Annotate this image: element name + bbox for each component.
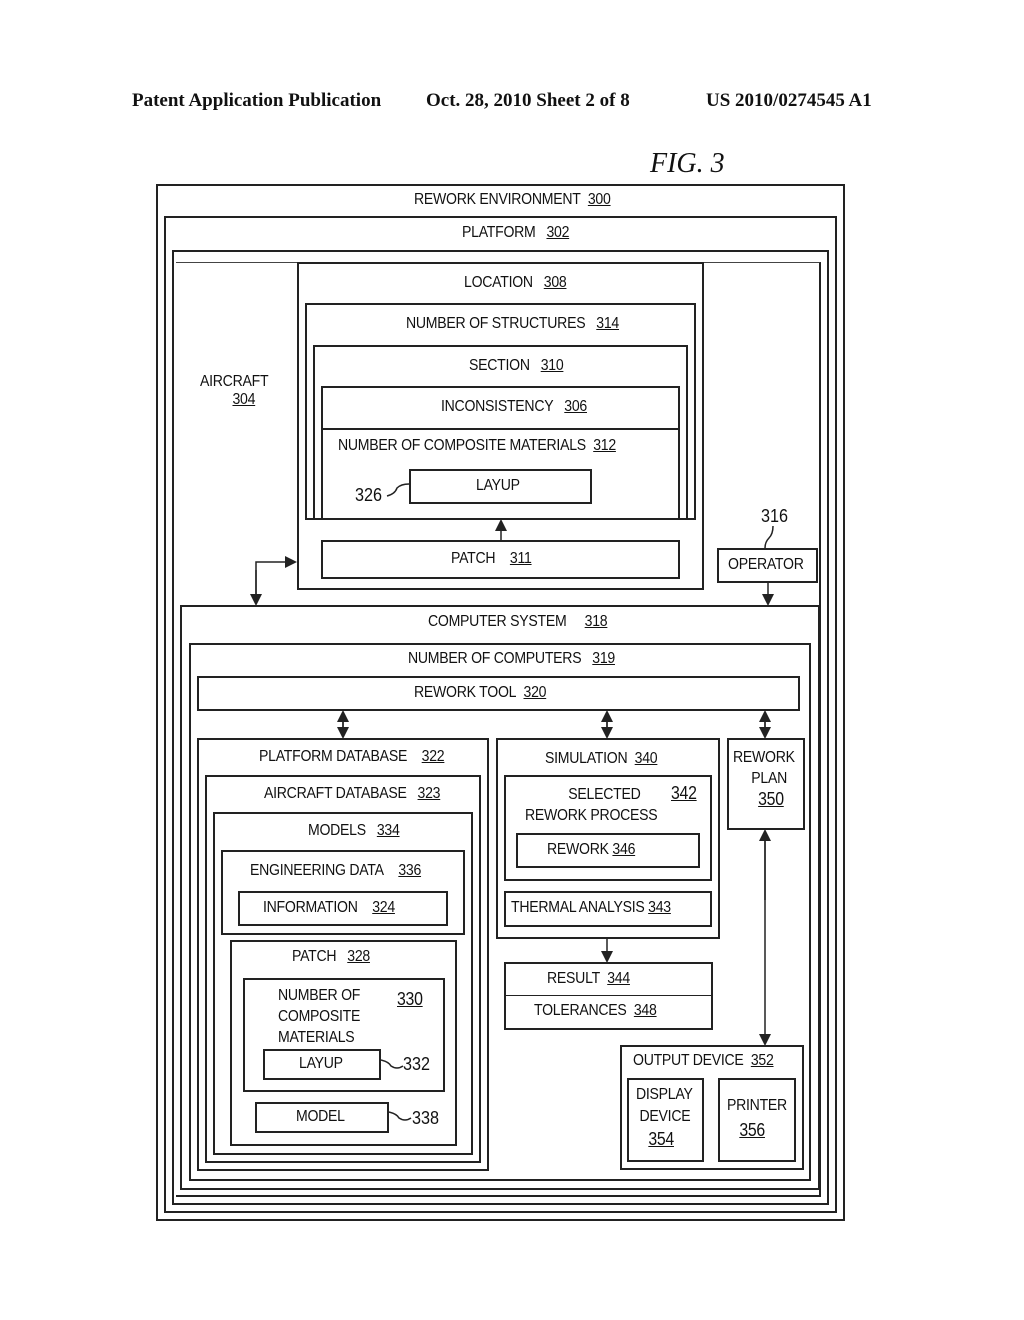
layup-326-label: LAYUP <box>476 477 520 494</box>
operator-label: OPERATOR <box>728 556 804 573</box>
inconsistency-divider <box>321 428 680 430</box>
models-label: MODELS 334 <box>308 822 400 839</box>
platform-label: PLATFORM 302 <box>462 224 570 241</box>
location-label: LOCATION 308 <box>464 274 567 291</box>
number-of-computers-label: NUMBER OF COMPUTERS 319 <box>408 650 615 667</box>
aircraft-label: AIRCRAFT 304 <box>200 373 269 408</box>
result-divider <box>504 995 713 996</box>
rework-tool-label: REWORK TOOL 320 <box>414 684 547 701</box>
layup-332-ref: 332 <box>403 1054 431 1074</box>
header-publication: Patent Application Publication <box>132 90 382 111</box>
figure-label: FIG. 3 <box>650 148 725 179</box>
operator-ref: 316 <box>761 506 789 526</box>
rework-environment-label: REWORK ENVIRONMENT 300 <box>414 191 611 208</box>
patch-311-label: PATCH 311 <box>451 550 532 567</box>
engineering-data-label: ENGINEERING DATA 336 <box>250 862 422 879</box>
composite-materials-330-label: NUMBER OF COMPOSITE MATERIALS <box>278 987 361 1046</box>
inconsistency-label: INCONSISTENCY 306 <box>441 398 587 415</box>
composite-materials-330-num: 330 <box>397 989 423 1009</box>
aircraft-database-label: AIRCRAFT DATABASE 323 <box>264 785 441 802</box>
selected-rework-process-label: SELECTED REWORK PROCESS <box>525 786 658 824</box>
section-label: SECTION 310 <box>469 357 564 374</box>
rework-plan-label: REWORK PLAN 350 <box>733 749 795 809</box>
header-date-sheet: Oct. 28, 2010 Sheet 2 of 8 <box>426 90 630 111</box>
rework-346-label: REWORK 346 <box>547 841 636 858</box>
number-of-structures-label: NUMBER OF STRUCTURES 314 <box>406 315 619 332</box>
header-patent-number: US 2010/0274545 A1 <box>706 90 872 111</box>
model-338-ref: 338 <box>412 1108 440 1128</box>
display-device-label: DISPLAY DEVICE 354 <box>636 1086 693 1149</box>
printer-label: PRINTER 356 <box>727 1097 787 1140</box>
thermal-analysis-label: THERMAL ANALYSIS 343 <box>511 899 671 916</box>
simulation-label: SIMULATION 340 <box>545 750 658 767</box>
model-338-label: MODEL <box>296 1108 345 1125</box>
tolerances-label: TOLERANCES 348 <box>534 1002 657 1019</box>
composite-materials-312-label: NUMBER OF COMPOSITE MATERIALS 312 <box>338 437 616 454</box>
patch-328-label: PATCH 328 <box>292 948 370 965</box>
layup-326-ref: 326 <box>355 485 383 505</box>
platform-database-label: PLATFORM DATABASE 322 <box>259 748 445 765</box>
result-label: RESULT 344 <box>547 970 630 987</box>
layup-332-label: LAYUP <box>299 1055 343 1072</box>
selected-rework-process-num: 342 <box>671 783 697 803</box>
computer-system-label: COMPUTER SYSTEM 318 <box>428 613 608 630</box>
output-device-label: OUTPUT DEVICE 352 <box>633 1052 774 1069</box>
information-label: INFORMATION 324 <box>263 899 395 916</box>
